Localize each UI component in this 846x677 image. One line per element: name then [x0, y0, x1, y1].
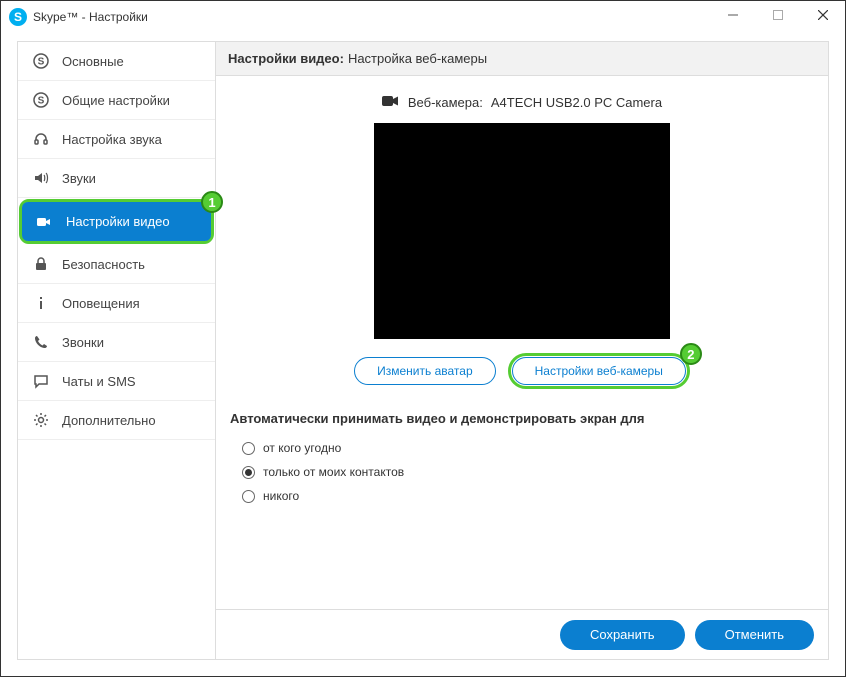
headset-icon	[32, 131, 50, 147]
annotation-badge-1: 1	[201, 191, 223, 213]
skype-logo-icon: S	[9, 8, 27, 26]
header-subtitle: Настройка веб-камеры	[348, 51, 487, 66]
sidebar-item-video[interactable]: Настройки видео	[22, 202, 211, 241]
speaker-icon	[32, 170, 50, 186]
sidebar-item-security[interactable]: Безопасность	[18, 245, 215, 284]
sidebar-item-general[interactable]: S Основные	[18, 42, 215, 81]
sidebar-item-label: Чаты и SMS	[62, 374, 136, 389]
skype-icon: S	[32, 92, 50, 108]
info-icon	[32, 295, 50, 311]
sidebar-item-advanced[interactable]: Дополнительно	[18, 401, 215, 440]
webcam-label-row: Веб-камера: A4TECH USB2.0 PC Camera	[230, 94, 814, 111]
lock-icon	[32, 256, 50, 272]
camera-icon	[36, 214, 54, 230]
annotation-highlight-1: Настройки видео	[19, 199, 214, 244]
svg-text:S: S	[38, 96, 45, 107]
webcam-preview	[374, 123, 670, 339]
sidebar-item-label: Оповещения	[62, 296, 140, 311]
settings-window: S Skype™ - Настройки S Основные S Общие …	[0, 0, 846, 677]
skype-icon: S	[32, 53, 50, 69]
sidebar-item-label: Звонки	[62, 335, 104, 350]
minimize-button[interactable]	[710, 1, 755, 29]
sidebar-item-label: Настройка звука	[62, 132, 162, 147]
chat-icon	[32, 373, 50, 389]
auto-accept-radio-group: от кого угодно только от моих контактов …	[230, 436, 814, 508]
svg-text:S: S	[38, 57, 45, 68]
radio-label: от кого угодно	[263, 441, 341, 455]
sidebar-item-audio[interactable]: Настройка звука	[18, 120, 215, 159]
window-title: Skype™ - Настройки	[33, 10, 148, 24]
radio-label: только от моих контактов	[263, 465, 404, 479]
webcam-settings-button[interactable]: Настройки веб-камеры	[512, 357, 686, 385]
radio-icon	[242, 442, 255, 455]
webcam-label: Веб-камера:	[408, 95, 483, 110]
auto-accept-label: Автоматически принимать видео и демонстр…	[230, 411, 814, 426]
sidebar-item-label: Звуки	[62, 171, 96, 186]
dialog-footer: Сохранить Отменить	[216, 609, 828, 659]
content-panel: Настройки видео: Настройка веб-камеры Ве…	[215, 41, 829, 660]
sidebar-item-label: Основные	[62, 54, 124, 69]
sidebar-item-notifications[interactable]: Оповещения	[18, 284, 215, 323]
sidebar-item-label: Дополнительно	[62, 413, 156, 428]
sidebar-item-common[interactable]: S Общие настройки	[18, 81, 215, 120]
sidebar-item-label: Безопасность	[62, 257, 145, 272]
sidebar-item-sounds[interactable]: Звуки	[18, 159, 215, 198]
annotation-badge-2: 2	[680, 343, 702, 365]
radio-contacts-only[interactable]: только от моих контактов	[242, 460, 814, 484]
sidebar-item-chats[interactable]: Чаты и SMS	[18, 362, 215, 401]
annotation-highlight-2: Настройки веб-камеры	[508, 353, 690, 389]
camera-icon	[382, 94, 400, 111]
radio-label: никого	[263, 489, 299, 503]
radio-anyone[interactable]: от кого угодно	[242, 436, 814, 460]
close-button[interactable]	[800, 1, 845, 29]
webcam-name: A4TECH USB2.0 PC Camera	[491, 95, 662, 110]
content-header: Настройки видео: Настройка веб-камеры	[216, 42, 828, 76]
sidebar-item-calls[interactable]: Звонки	[18, 323, 215, 362]
maximize-button[interactable]	[755, 1, 800, 29]
radio-nobody[interactable]: никого	[242, 484, 814, 508]
sidebar-item-label: Настройки видео	[66, 214, 170, 229]
settings-sidebar: S Основные S Общие настройки Настройка з…	[17, 41, 215, 660]
titlebar: S Skype™ - Настройки	[1, 1, 845, 33]
radio-icon	[242, 466, 255, 479]
header-title: Настройки видео:	[228, 51, 344, 66]
radio-icon	[242, 490, 255, 503]
cancel-button[interactable]: Отменить	[695, 620, 814, 650]
gear-icon	[32, 412, 50, 428]
change-avatar-button[interactable]: Изменить аватар	[354, 357, 496, 385]
save-button[interactable]: Сохранить	[560, 620, 685, 650]
phone-icon	[32, 334, 50, 350]
sidebar-item-label: Общие настройки	[62, 93, 170, 108]
window-controls	[710, 1, 845, 29]
